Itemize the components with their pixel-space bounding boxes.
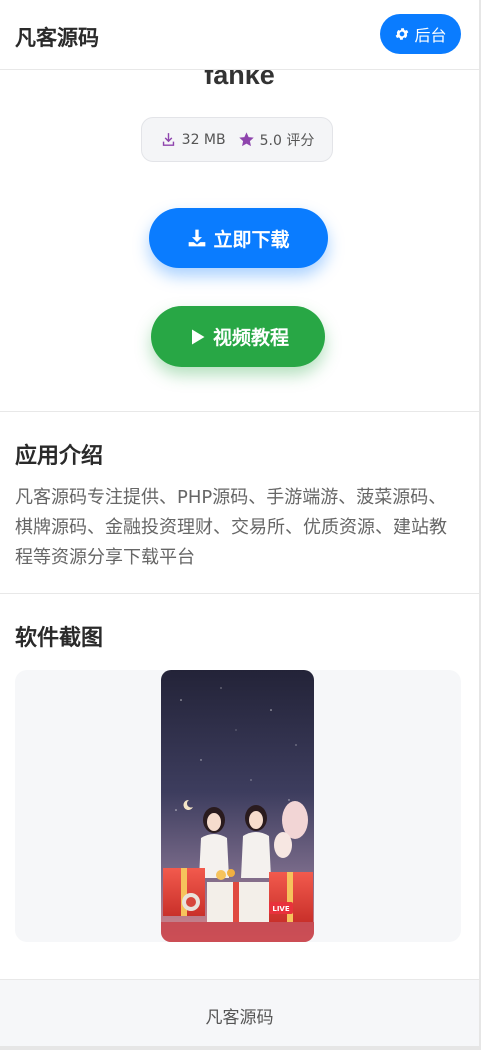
intro-title: 应用介绍	[15, 444, 104, 469]
app-size-value: 32 MB	[181, 131, 226, 148]
screenshots-title: 软件截图	[15, 626, 104, 651]
footer-bottom-bar	[0, 1046, 479, 1050]
gear-icon	[394, 26, 410, 42]
download-button[interactable]: 立即下载	[149, 208, 328, 268]
site-title: 凡客源码	[15, 26, 99, 50]
live-badge: LIVE	[272, 905, 289, 913]
admin-button[interactable]: 后台	[380, 14, 461, 54]
download-icon	[160, 131, 177, 148]
app-meta: 32 MB 5.0 评分	[141, 117, 333, 162]
app-size: 32 MB	[160, 131, 226, 148]
footer-text: 凡客源码	[205, 1008, 274, 1028]
video-tutorial-button[interactable]: 视频教程	[151, 306, 325, 367]
video-button-label: 视频教程	[212, 327, 289, 349]
intro-text: 凡客源码专注提供、PHP源码、手游端游、菠菜源码、棋牌源码、金融投资理财、交易所…	[15, 487, 447, 568]
play-icon	[187, 327, 207, 347]
app-rating-value: 5.0 评分	[259, 132, 315, 149]
divider	[0, 411, 479, 412]
star-icon	[238, 131, 255, 148]
divider	[0, 593, 479, 594]
footer: 凡客源码	[0, 979, 479, 1050]
download-button-label: 立即下载	[213, 228, 290, 251]
download-icon	[187, 228, 207, 248]
admin-button-label: 后台	[414, 26, 447, 45]
app-rating: 5.0 评分	[238, 130, 315, 150]
top-bar: 凡客源码 后台	[0, 0, 479, 70]
app-screenshot[interactable]: LIVE	[161, 670, 314, 942]
